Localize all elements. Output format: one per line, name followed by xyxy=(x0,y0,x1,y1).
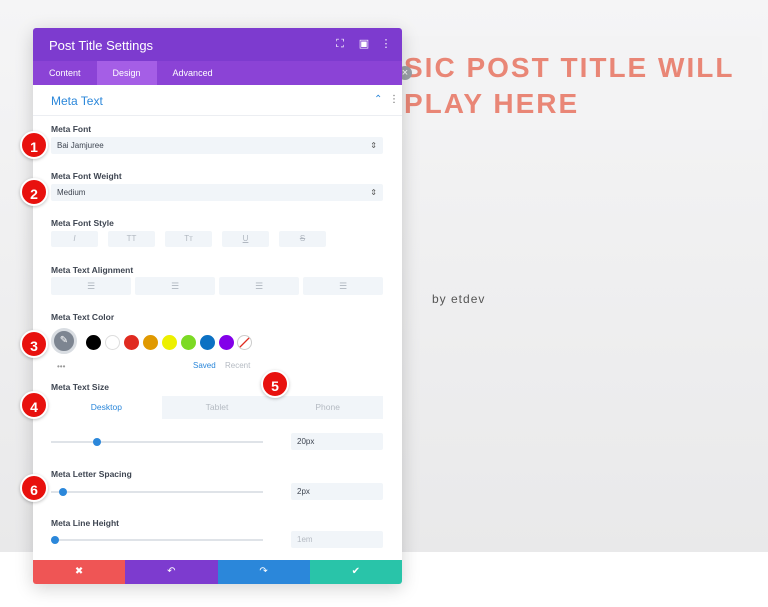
text-size-slider[interactable] xyxy=(51,438,263,446)
select-arrow-icon: ⇕ xyxy=(370,141,377,150)
uppercase-button[interactable]: TT xyxy=(108,231,155,247)
device-tabs: Desktop Tablet Phone xyxy=(51,396,384,419)
meta-font-weight-value: Medium xyxy=(57,188,86,197)
color-swatch-green[interactable] xyxy=(181,335,196,350)
save-button[interactable]: ✔ xyxy=(309,560,402,584)
panel-tabs: Content Design Advanced xyxy=(33,61,402,85)
line-height-input[interactable]: 1em xyxy=(291,531,383,548)
saved-colors-tab[interactable]: Saved xyxy=(193,361,216,370)
more-options-icon[interactable]: ⋮ xyxy=(379,37,393,51)
underline-button[interactable]: U xyxy=(222,231,269,247)
recent-colors-tab[interactable]: Recent xyxy=(225,361,250,370)
chevron-up-icon[interactable]: ⌃ xyxy=(374,94,382,105)
line-height-slider[interactable] xyxy=(51,536,263,544)
undo-button[interactable]: ↶ xyxy=(125,560,218,584)
color-swatch-yellow[interactable] xyxy=(162,335,177,350)
tab-advanced[interactable]: Advanced xyxy=(157,61,229,85)
meta-line-height-label: Meta Line Height xyxy=(51,518,120,528)
meta-letter-spacing-label: Meta Letter Spacing xyxy=(51,469,132,479)
meta-font-weight-label: Meta Font Weight xyxy=(51,171,122,181)
align-center-icon[interactable]: ☰ xyxy=(135,277,215,295)
meta-font-weight-select[interactable]: Medium ⇕ xyxy=(51,184,383,201)
settings-panel: Post Title Settings ⛶ ▣ ⋮ Content Design… xyxy=(33,28,402,584)
meta-font-style-label: Meta Font Style xyxy=(51,218,114,228)
meta-text-size-label: Meta Text Size xyxy=(51,382,109,392)
redo-button[interactable]: ↷ xyxy=(217,560,310,584)
alignment-buttons: ☰ ☰ ☰ ☰ xyxy=(51,277,383,295)
section-menu-icon[interactable]: ⋮ xyxy=(389,94,399,105)
split-view-icon[interactable]: ▣ xyxy=(357,37,371,51)
tab-design[interactable]: Design xyxy=(96,61,157,85)
fullscreen-icon[interactable]: ⛶ xyxy=(333,37,347,51)
slider-handle[interactable] xyxy=(93,438,102,446)
color-swatch-orange[interactable] xyxy=(143,335,158,350)
tab-phone[interactable]: Phone xyxy=(272,396,384,419)
meta-text-section-header[interactable]: Meta Text ⌃ ⋮ xyxy=(33,85,402,116)
step-badge-3: 3 xyxy=(20,330,48,358)
tab-content[interactable]: Content xyxy=(33,61,97,85)
color-swatch-white[interactable] xyxy=(105,335,120,350)
align-right-icon[interactable]: ☰ xyxy=(219,277,299,295)
align-justify-icon[interactable]: ☰ xyxy=(303,277,383,295)
post-meta-text: by etdev xyxy=(432,292,486,306)
tab-desktop[interactable]: Desktop xyxy=(51,396,162,419)
meta-font-value: Bai Jamjuree xyxy=(57,141,104,150)
capitalize-button[interactable]: Tт xyxy=(165,231,212,247)
meta-text-color-label: Meta Text Color xyxy=(51,312,115,322)
step-badge-2: 2 xyxy=(20,178,48,206)
panel-title: Post Title Settings xyxy=(49,38,154,53)
step-badge-4: 4 xyxy=(20,391,48,419)
color-swatch-red[interactable] xyxy=(124,335,139,350)
panel-footer: ✖ ↶ ↷ ✔ xyxy=(33,560,402,584)
italic-button[interactable]: I xyxy=(51,231,98,247)
color-swatch-blue[interactable] xyxy=(200,335,215,350)
color-swatch-black[interactable] xyxy=(86,335,101,350)
step-badge-1: 1 xyxy=(20,131,48,159)
step-badge-5: 5 xyxy=(261,370,289,398)
text-size-input[interactable]: 20px xyxy=(291,433,383,450)
meta-font-select[interactable]: Bai Jamjuree ⇕ xyxy=(51,137,383,154)
no-color-icon[interactable] xyxy=(237,335,252,350)
align-left-icon[interactable]: ☰ xyxy=(51,277,131,295)
meta-font-label: Meta Font xyxy=(51,124,92,134)
panel-header: Post Title Settings ⛶ ▣ ⋮ xyxy=(33,28,402,61)
meta-text-alignment-label: Meta Text Alignment xyxy=(51,265,134,275)
cancel-button[interactable]: ✖ xyxy=(33,560,126,584)
slider-handle[interactable] xyxy=(59,488,68,496)
eyedropper-icon[interactable]: ✎ xyxy=(51,328,77,354)
section-title: Meta Text xyxy=(51,94,103,108)
strikethrough-button[interactable]: S xyxy=(279,231,326,247)
step-badge-6: 6 xyxy=(20,474,48,502)
font-style-buttons: I TT Tт U S xyxy=(51,231,326,247)
letter-spacing-slider[interactable] xyxy=(51,488,263,496)
slider-handle[interactable] xyxy=(51,536,59,544)
post-title-text: SIC POST TITLE WILL PLAY HERE xyxy=(404,52,735,119)
select-arrow-icon: ⇕ xyxy=(370,188,377,197)
tab-tablet[interactable]: Tablet xyxy=(161,396,273,419)
letter-spacing-input[interactable]: 2px xyxy=(291,483,383,500)
color-swatch-purple[interactable] xyxy=(219,335,234,350)
more-colors-icon[interactable]: ••• xyxy=(57,362,65,371)
